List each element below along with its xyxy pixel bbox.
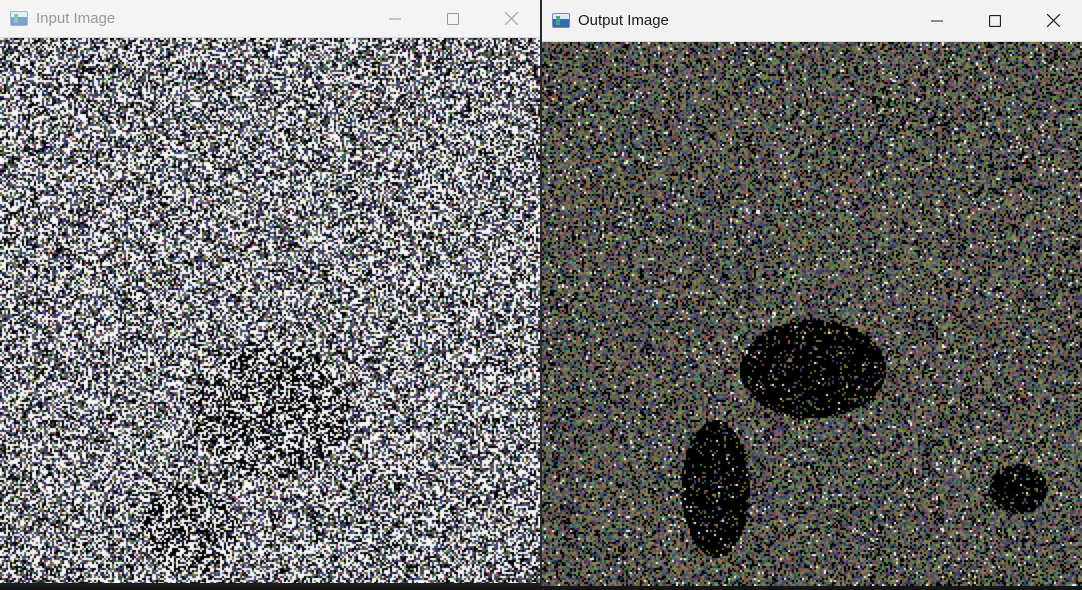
minimize-button[interactable] <box>908 0 966 41</box>
minimize-button[interactable] <box>366 0 424 37</box>
output-image-canvas <box>542 42 1082 586</box>
input-window-title: Input Image <box>36 10 116 27</box>
close-icon <box>504 12 518 25</box>
minimize-icon <box>389 18 401 19</box>
output-image-window[interactable]: Output Image <box>542 0 1082 586</box>
input-noisy-image <box>0 38 540 583</box>
input-image-window[interactable]: Input Image <box>0 0 540 583</box>
close-button[interactable] <box>1024 0 1082 41</box>
close-button[interactable] <box>482 0 540 37</box>
maximize-button[interactable] <box>424 0 482 37</box>
app-icon <box>10 11 28 26</box>
output-window-titlebar[interactable]: Output Image <box>542 0 1082 42</box>
output-filtered-image <box>542 42 1082 586</box>
input-window-titlebar[interactable]: Input Image <box>0 0 540 38</box>
taskbar-edge <box>0 586 1082 590</box>
output-window-title: Output Image <box>578 12 669 29</box>
app-icon <box>552 13 570 28</box>
maximize-icon <box>989 14 1001 27</box>
maximize-icon <box>447 12 459 25</box>
minimize-icon <box>931 20 943 21</box>
close-icon <box>1046 14 1060 27</box>
maximize-button[interactable] <box>966 0 1024 41</box>
input-image-canvas <box>0 38 540 583</box>
